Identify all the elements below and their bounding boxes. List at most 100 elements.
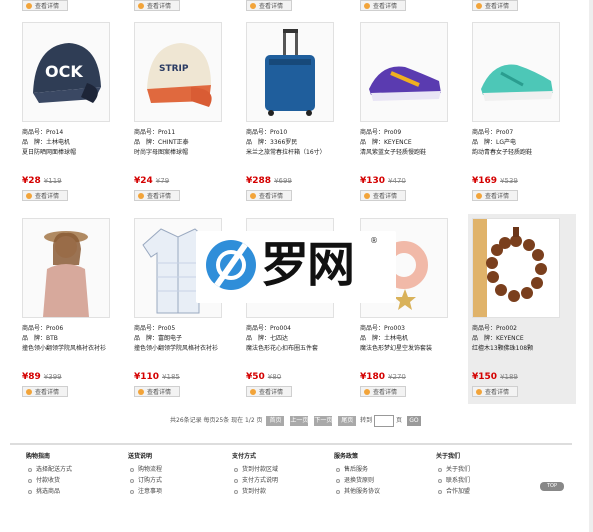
page-number-input[interactable] — [374, 414, 395, 427]
product-title[interactable]: 时尚字母图案棒球帽 — [134, 148, 238, 158]
product-brand: 品 牌：LG产电 — [472, 139, 516, 146]
view-detail-button[interactable]: 查看详情 — [472, 0, 518, 11]
price-bar: ¥89 ¥399 — [22, 372, 122, 384]
product-title[interactable]: 夏日防晒网面棒球帽 — [22, 148, 126, 158]
current-price: ¥130 — [360, 176, 386, 186]
view-detail-button[interactable]: 查看详情 — [22, 190, 68, 201]
footer-link[interactable]: 退换货原则 — [334, 475, 434, 486]
product-image-shoe[interactable] — [360, 22, 448, 122]
product-title[interactable]: 撞色领小翻领学院风格衬衣衬衫 — [134, 344, 238, 354]
current-price: ¥110 — [134, 372, 160, 382]
product-title[interactable]: 红檀木13颗佛珠108颗 — [472, 344, 576, 354]
footer-column: 送货说明 购物流程 订购方式 注意事项 — [128, 451, 228, 497]
footer-link[interactable]: 货到付款区域 — [232, 464, 332, 475]
page-unit-label: 页 — [396, 417, 403, 424]
view-detail-button[interactable]: 查看详情 — [22, 0, 68, 11]
product-card[interactable]: 商品号：Pro06 品 牌：BTB 撞色领小翻领学院风格衬衣衬衫 ¥89 ¥399… — [18, 214, 126, 404]
view-detail-button[interactable]: 查看详情 — [360, 386, 406, 397]
view-detail-button[interactable]: 查看详情 — [360, 0, 406, 11]
product-brand: 品 牌：土林电机 — [22, 139, 71, 146]
product-card[interactable]: 商品号：Pro07 品 牌：LG产电 韵动青春女子轻质跑鞋 ¥169 ¥539 查… — [468, 18, 576, 208]
back-to-top-button[interactable]: TOP — [540, 482, 564, 491]
go-button[interactable]: GO — [406, 415, 421, 426]
product-brand: 品 牌：CHINT正泰 — [134, 139, 189, 146]
product-image-cap[interactable]: STRIP — [134, 22, 222, 122]
product-info: 商品号：Pro10 品 牌：3366罗民 米兰之旅常春拉杆箱（16寸） — [246, 128, 350, 158]
product-info: 商品号：Pro002 品 牌：KEYENCE 红檀木13颗佛珠108颗 — [472, 324, 576, 354]
original-price: ¥399 — [43, 373, 62, 381]
price-bar: ¥50 ¥80 — [246, 372, 346, 384]
original-price: ¥185 — [162, 373, 180, 381]
current-price: ¥24 — [134, 176, 153, 186]
footer: 购物指南 选择配送方式 付款收货 挑选商品 送货说明 购物流程 订购方式 注意事… — [10, 443, 572, 511]
product-title[interactable]: 魔法色形花心扣布圈五件套 — [246, 344, 350, 354]
footer-link[interactable]: 售后服务 — [334, 464, 434, 475]
original-price: ¥270 — [388, 373, 406, 381]
view-detail-button[interactable]: 查看详情 — [134, 386, 180, 397]
product-sku: 商品号：Pro11 — [134, 129, 176, 136]
product-card[interactable]: OCK 商品号：Pro14 品 牌：土林电机 夏日防晒网面棒球帽 ¥28 ¥119… — [18, 18, 126, 208]
product-card[interactable]: 商品号：Pro09 品 牌：KEYENCE 清风紫蓝女子轻质慢跑鞋 ¥130 ¥4… — [356, 18, 464, 208]
original-price: ¥470 — [388, 177, 406, 185]
product-title[interactable]: 清风紫蓝女子轻质慢跑鞋 — [360, 148, 464, 158]
view-detail-button[interactable]: 查看详情 — [472, 386, 518, 397]
current-price: ¥89 — [22, 372, 41, 382]
footer-column: 关于我们 关于我们 联系我们 合作加盟 — [436, 451, 536, 497]
product-card[interactable]: 商品号：Pro10 品 牌：3366罗民 米兰之旅常春拉杆箱（16寸） ¥288… — [242, 18, 350, 208]
price-bar: ¥110 ¥185 — [134, 372, 234, 384]
footer-column: 服务政策 售后服务 退换货原则 其他服务协议 — [334, 451, 434, 497]
price-bar: ¥150 ¥189 — [472, 372, 572, 384]
view-detail-button[interactable]: 查看详情 — [134, 0, 180, 11]
footer-link[interactable]: 货到付款 — [232, 486, 332, 497]
product-card[interactable]: 商品号：Pro002 品 牌：KEYENCE 红檀木13颗佛珠108颗 ¥150… — [468, 214, 576, 404]
footer-column-title: 关于我们 — [436, 453, 461, 460]
original-price: ¥119 — [43, 177, 62, 185]
last-page-button[interactable]: 尾页 — [338, 415, 357, 426]
next-page-button[interactable]: 下一页 — [314, 415, 332, 426]
footer-link[interactable]: 其他服务协议 — [334, 486, 434, 497]
product-sku: 商品号：Pro07 — [472, 129, 514, 136]
product-image-luggage[interactable] — [246, 22, 334, 122]
product-title[interactable]: 魔法色形梦幻星空发饰套装 — [360, 344, 464, 354]
scrollbar[interactable] — [589, 0, 593, 532]
price-bar: ¥288 ¥699 — [246, 176, 346, 188]
footer-link[interactable]: 选择配送方式 — [26, 464, 126, 475]
view-detail-button[interactable]: 查看详情 — [360, 190, 406, 201]
product-brand: 品 牌：土林电机 — [360, 335, 409, 342]
product-brand: 品 牌：BTB — [22, 335, 58, 342]
product-image-cap[interactable]: OCK — [22, 22, 110, 122]
footer-link[interactable]: 关于我们 — [436, 464, 536, 475]
footer-link[interactable]: 联系我们 — [436, 475, 536, 486]
view-detail-button[interactable]: 查看详情 — [246, 190, 292, 201]
product-image-beads[interactable] — [472, 218, 560, 318]
watermark-logo: 罗网 ® — [196, 231, 396, 303]
footer-column-title: 支付方式 — [232, 453, 257, 460]
footer-link[interactable]: 挑选商品 — [26, 486, 126, 497]
footer-link[interactable]: 订购方式 — [128, 475, 228, 486]
product-card[interactable]: STRIP 商品号：Pro11 品 牌：CHINT正泰 时尚字母图案棒球帽 ¥2… — [130, 18, 238, 208]
current-price: ¥150 — [472, 372, 498, 382]
footer-link[interactable]: 合作加盟 — [436, 486, 536, 497]
product-title[interactable]: 韵动青春女子轻质跑鞋 — [472, 148, 576, 158]
price-bar: ¥169 ¥539 — [472, 176, 572, 188]
product-image-shoe[interactable] — [472, 22, 560, 122]
view-detail-button[interactable]: 查看详情 — [472, 190, 518, 201]
footer-link[interactable]: 购物流程 — [128, 464, 228, 475]
view-detail-button[interactable]: 查看详情 — [134, 190, 180, 201]
footer-link[interactable]: 支付方式说明 — [232, 475, 332, 486]
footer-column-title: 送货说明 — [128, 453, 153, 460]
original-price: ¥699 — [274, 177, 292, 185]
view-detail-button[interactable]: 查看详情 — [22, 386, 68, 397]
product-info: 商品号：Pro05 品 牌：富朗电子 撞色领小翻领学院风格衬衣衬衫 — [134, 324, 238, 354]
product-image-model[interactable] — [22, 218, 110, 318]
first-page-button[interactable]: 首页 — [266, 415, 285, 426]
price-bar: ¥180 ¥270 — [360, 372, 460, 384]
product-sku: 商品号：Pro09 — [360, 129, 402, 136]
footer-link[interactable]: 付款收货 — [26, 475, 126, 486]
product-title[interactable]: 撞色领小翻领学院风格衬衣衬衫 — [22, 344, 126, 354]
product-title[interactable]: 米兰之旅常春拉杆箱（16寸） — [246, 148, 350, 158]
view-detail-button[interactable]: 查看详情 — [246, 0, 292, 11]
view-detail-button[interactable]: 查看详情 — [246, 386, 292, 397]
footer-link[interactable]: 注意事项 — [128, 486, 228, 497]
prev-page-button[interactable]: 上一页 — [290, 415, 308, 426]
